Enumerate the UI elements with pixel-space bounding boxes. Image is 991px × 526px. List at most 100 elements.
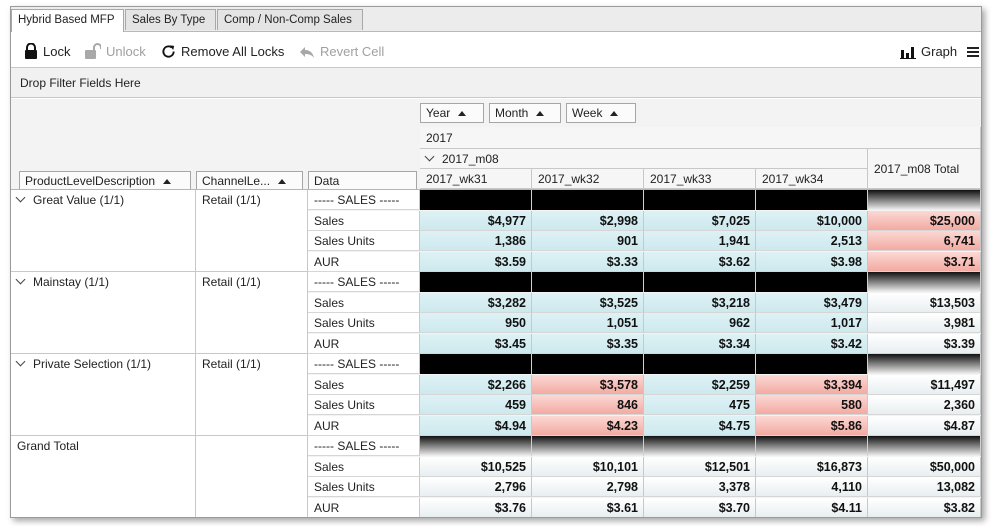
channel-row-header: Retail (1/1)	[196, 354, 308, 436]
product-label: Great Value (1/1)	[33, 193, 125, 207]
value-cell[interactable]: $16,873	[756, 456, 868, 477]
total-value-cell[interactable]: 3,981	[868, 313, 981, 333]
value-cell[interactable]: $3,394	[756, 374, 868, 395]
tab-comp-non-comp-sales[interactable]: Comp / Non-Comp Sales	[217, 9, 363, 30]
value-cell[interactable]: $2,998	[532, 210, 644, 231]
value-cell[interactable]: 1,051	[532, 313, 644, 333]
lock-button[interactable]: Lock	[24, 42, 71, 61]
value-cell[interactable]: $3.61	[532, 497, 644, 517]
value-cell[interactable]: $3,218	[644, 292, 756, 313]
value-cell[interactable]: $3.34	[644, 333, 756, 354]
value-cell[interactable]: $3,282	[420, 292, 532, 313]
value-cell[interactable]: 4,110	[756, 477, 868, 497]
value-cell[interactable]: 2,513	[756, 231, 868, 251]
pivot-window: Hybrid Based MFP Sales By Type Comp / No…	[10, 6, 982, 518]
value-cell[interactable]: $7,025	[644, 210, 756, 231]
value-cell[interactable]: 3,378	[644, 477, 756, 497]
chevron-down-icon	[15, 356, 26, 367]
product-row-header[interactable]: Mainstay (1/1)	[11, 272, 196, 354]
value-cell[interactable]: 950	[420, 313, 532, 333]
product-row-header[interactable]: Great Value (1/1)	[11, 190, 196, 272]
total-value-cell[interactable]: $3.39	[868, 333, 981, 354]
month-field-button[interactable]: Month	[489, 103, 561, 123]
year-field-button[interactable]: Year	[420, 103, 484, 123]
measure-label: Sales	[308, 210, 420, 231]
total-value-cell[interactable]: $13,503	[868, 292, 981, 313]
product-row-header[interactable]: Grand Total	[11, 436, 196, 517]
total-value-cell[interactable]: $3.82	[868, 497, 981, 517]
unlock-button[interactable]: Unlock	[85, 43, 146, 61]
total-value-cell[interactable]: $11,497	[868, 374, 981, 395]
value-cell[interactable]: $5.86	[756, 415, 868, 436]
chevron-down-icon	[424, 151, 435, 162]
lock-icon	[25, 42, 37, 59]
value-cell[interactable]: $3.76	[420, 497, 532, 517]
value-cell[interactable]: $3,525	[532, 292, 644, 313]
total-value-cell[interactable]: 13,082	[868, 477, 981, 497]
value-cell[interactable]: $3.33	[532, 251, 644, 272]
value-cell[interactable]: $10,000	[756, 210, 868, 231]
value-cell[interactable]: 846	[532, 395, 644, 415]
month-header[interactable]: 2017_m08	[420, 149, 868, 169]
filter-drop-zone[interactable]: Drop Filter Fields Here	[11, 68, 981, 98]
product-level-field-button[interactable]: ProductLevelDescription	[19, 171, 191, 191]
value-cell[interactable]: 1,017	[756, 313, 868, 333]
total-value-cell[interactable]: $4.87	[868, 415, 981, 436]
value-cell[interactable]: $3.42	[756, 333, 868, 354]
data-field-button[interactable]: Data	[308, 171, 417, 191]
year-field-label: Year	[426, 106, 451, 120]
week-field-button[interactable]: Week	[566, 103, 636, 123]
value-cell[interactable]: 2,796	[420, 477, 532, 497]
value-cell[interactable]: $3,479	[756, 292, 868, 313]
value-cell[interactable]: $3.59	[420, 251, 532, 272]
total-value-cell[interactable]: $3.71	[868, 251, 981, 272]
unlock-label: Unlock	[106, 44, 146, 59]
section-separator-cell	[532, 354, 644, 374]
value-cell[interactable]: 901	[532, 231, 644, 251]
value-cell[interactable]: $2,266	[420, 374, 532, 395]
product-row-header[interactable]: Private Selection (1/1)	[11, 354, 196, 436]
value-cell[interactable]: 459	[420, 395, 532, 415]
remove-all-locks-button[interactable]: Remove All Locks	[161, 43, 284, 61]
value-cell[interactable]: $4.23	[532, 415, 644, 436]
menu-icon[interactable]	[967, 45, 979, 63]
value-cell[interactable]: $3.62	[644, 251, 756, 272]
section-label: ----- SALES -----	[308, 272, 420, 292]
value-cell[interactable]: $4.94	[420, 415, 532, 436]
value-cell[interactable]: $10,101	[532, 456, 644, 477]
value-cell[interactable]: $4.75	[644, 415, 756, 436]
value-cell[interactable]: $4,977	[420, 210, 532, 231]
value-cell[interactable]: 475	[644, 395, 756, 415]
graph-button[interactable]: Graph	[900, 43, 957, 61]
tab-sales-by-type[interactable]: Sales By Type	[125, 9, 216, 30]
year-header: 2017	[420, 127, 981, 149]
lock-label: Lock	[43, 44, 71, 59]
revert-cell-button[interactable]: Revert Cell	[299, 43, 384, 61]
month-total-header: 2017_m08 Total	[868, 149, 981, 189]
value-cell[interactable]: 2,798	[532, 477, 644, 497]
value-cell[interactable]: $3.70	[644, 497, 756, 517]
value-cell[interactable]: $4.11	[756, 497, 868, 517]
total-value-cell[interactable]: $50,000	[868, 456, 981, 477]
value-cell[interactable]: 962	[644, 313, 756, 333]
unlock-icon	[85, 43, 102, 59]
value-cell[interactable]: $3.98	[756, 251, 868, 272]
tab-hybrid-based-mfp[interactable]: Hybrid Based MFP	[11, 9, 124, 32]
value-cell[interactable]: $3.45	[420, 333, 532, 354]
value-cell[interactable]: 1,386	[420, 231, 532, 251]
channel-level-field-button[interactable]: ChannelLe...	[196, 171, 303, 191]
week-header: 2017_wk32	[532, 169, 644, 189]
value-cell[interactable]: 580	[756, 395, 868, 415]
month-field-label: Month	[495, 106, 529, 120]
total-value-cell[interactable]: 6,741	[868, 231, 981, 251]
total-value-cell[interactable]: 2,360	[868, 395, 981, 415]
total-value-cell[interactable]: $25,000	[868, 210, 981, 231]
tab-bar: Hybrid Based MFP Sales By Type Comp / No…	[11, 7, 981, 32]
value-cell[interactable]: $12,501	[644, 456, 756, 477]
refresh-icon	[162, 45, 175, 58]
value-cell[interactable]: $3.35	[532, 333, 644, 354]
value-cell[interactable]: 1,941	[644, 231, 756, 251]
value-cell[interactable]: $3,578	[532, 374, 644, 395]
value-cell[interactable]: $2,259	[644, 374, 756, 395]
value-cell[interactable]: $10,525	[420, 456, 532, 477]
